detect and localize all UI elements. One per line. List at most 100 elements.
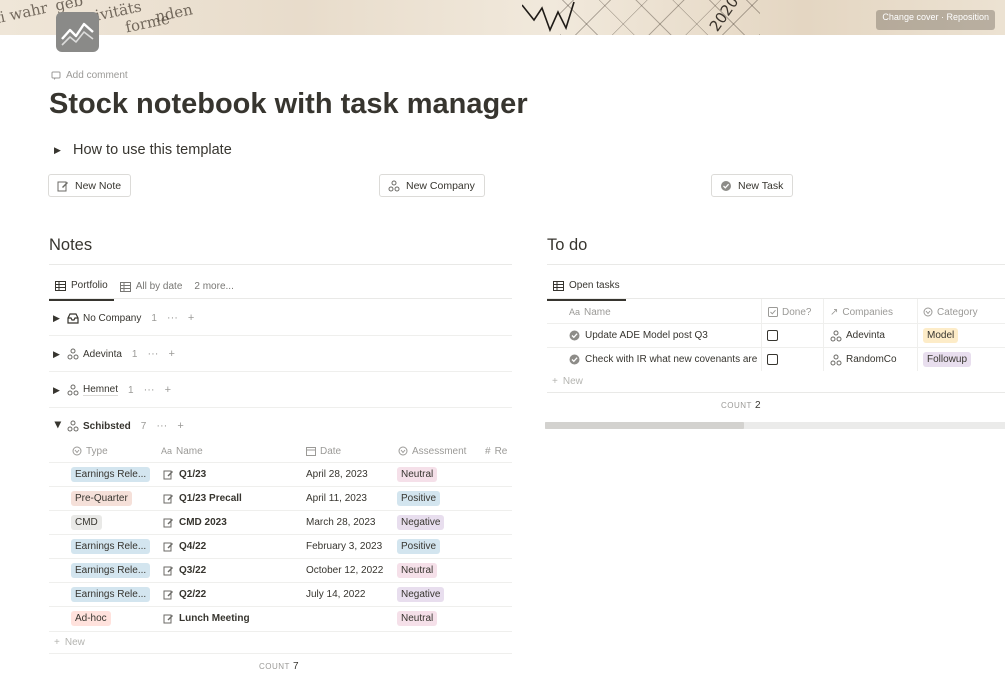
date-cell[interactable]: February 3, 2023 (306, 535, 394, 558)
note-date: July 14, 2022 (306, 589, 366, 600)
todo-column-header-companies[interactable]: ↗ Companies (830, 303, 893, 321)
change-cover-button[interactable]: Change cover · Reposition (876, 10, 995, 30)
type-cell[interactable]: CMD (71, 511, 153, 534)
notes-new-row-button[interactable]: + New (54, 637, 85, 648)
date-cell[interactable]: October 12, 2022 (306, 559, 394, 582)
group-hemnet[interactable]: ▶ Hemnet 1 ··· + (49, 377, 512, 403)
column-header-related[interactable]: # Re (485, 442, 512, 460)
new-company-button[interactable]: New Company (379, 174, 485, 197)
group-adevinta[interactable]: ▶ Adevinta 1 ··· + (49, 341, 512, 367)
toggle-triangle-right-icon[interactable]: ▶ (54, 145, 64, 156)
column-header-assessment[interactable]: Assessment (398, 442, 480, 460)
group-add-icon[interactable]: + (177, 420, 183, 432)
assessment-cell[interactable]: Neutral (397, 607, 482, 630)
new-task-button[interactable]: New Task (711, 174, 794, 197)
name-cell[interactable]: Q3/22 (163, 559, 303, 582)
type-cell[interactable]: Pre-Quarter (71, 487, 153, 510)
column-header-date[interactable]: Date (306, 442, 394, 460)
assessment-cell[interactable]: Negative (397, 511, 482, 534)
task-row[interactable]: Check with IR what new covenants are Rand… (547, 347, 1005, 371)
group-add-icon[interactable]: + (188, 312, 194, 324)
new-note-button[interactable]: New Note (48, 174, 132, 197)
todo-horizontal-scrollbar[interactable] (545, 422, 1005, 429)
toggle-triangle-right-icon[interactable]: ▶ (53, 349, 63, 360)
todo-column-header-name[interactable]: Aa Name (569, 303, 611, 321)
table-row[interactable]: Earnings Rele... Q2/22 July 14, 2022 Negati… (49, 582, 512, 606)
type-cell[interactable]: Ad-hoc (71, 607, 153, 630)
date-cell[interactable]: July 14, 2022 (306, 583, 394, 606)
table-row[interactable]: Pre-Quarter Q1/23 Precall April 11, 2023 Po… (49, 486, 512, 510)
type-cell[interactable]: Earnings Rele... (71, 463, 153, 486)
companies-cell[interactable]: Adevinta (830, 324, 915, 347)
table-row[interactable]: Earnings Rele... Q4/22 February 3, 2023 Pos… (49, 534, 512, 558)
text-property-icon: Aa (161, 446, 173, 456)
column-header-name[interactable]: Aa Name (161, 442, 301, 460)
note-date: April 28, 2023 (306, 469, 368, 480)
category-cell[interactable]: Model (923, 324, 1003, 347)
table-icon (553, 280, 564, 291)
page-icon[interactable] (56, 12, 99, 52)
select-icon (72, 446, 82, 456)
group-add-icon[interactable]: + (168, 348, 174, 360)
assessment-cell[interactable]: Positive (397, 535, 482, 558)
date-cell[interactable]: April 28, 2023 (306, 463, 394, 486)
type-cell[interactable]: Earnings Rele... (71, 559, 153, 582)
note-date: April 11, 2023 (306, 493, 367, 504)
todo-heading: To do (547, 236, 588, 254)
done-checkbox[interactable] (767, 330, 778, 341)
table-row[interactable]: Ad-hoc Lunch Meeting Neutral (49, 606, 512, 630)
assessment-cell[interactable]: Negative (397, 583, 482, 606)
type-cell[interactable]: Earnings Rele... (71, 535, 153, 558)
type-tag: Pre-Quarter (71, 491, 132, 506)
name-cell[interactable]: Q4/22 (163, 535, 303, 558)
how-to-toggle[interactable]: ▶ How to use this template (54, 142, 232, 158)
done-cell[interactable] (767, 348, 787, 371)
done-checkbox[interactable] (767, 354, 778, 365)
chart-icon (61, 22, 94, 46)
toggle-triangle-down-icon[interactable]: ▶ (53, 421, 64, 431)
name-cell[interactable]: Q2/22 (163, 583, 303, 606)
type-cell[interactable]: Earnings Rele... (71, 583, 153, 606)
table-row[interactable]: CMD CMD 2023 March 28, 2023 Negative (49, 510, 512, 534)
companies-cell[interactable]: RandomCo (830, 348, 915, 371)
group-more-icon[interactable]: ··· (156, 420, 167, 432)
column-header-type[interactable]: Type (72, 442, 157, 460)
assessment-cell[interactable]: Neutral (397, 559, 482, 582)
group-more-icon[interactable]: ··· (167, 312, 178, 324)
assessment-tag: Negative (397, 515, 445, 530)
type-tag: Earnings Rele... (71, 587, 151, 602)
done-cell[interactable] (767, 324, 787, 347)
group-more-icon[interactable]: ··· (144, 384, 155, 396)
name-cell[interactable]: Lunch Meeting (163, 607, 303, 630)
category-cell[interactable]: Followup (923, 348, 1003, 371)
text-property-icon: Aa (569, 307, 581, 317)
company-link[interactable]: Adevinta (846, 330, 885, 341)
name-cell[interactable]: Q1/23 (163, 463, 303, 486)
task-row[interactable]: Update ADE Model post Q3 Adevinta Model (547, 323, 1005, 347)
assessment-cell[interactable]: Positive (397, 487, 482, 510)
toggle-triangle-right-icon[interactable]: ▶ (53, 385, 63, 396)
task-name-cell[interactable]: Check with IR what new covenants are (569, 348, 759, 371)
company-link[interactable]: RandomCo (846, 354, 897, 365)
name-cell[interactable]: Q1/23 Precall (163, 487, 303, 510)
table-row[interactable]: Earnings Rele... Q3/22 October 12, 2022 Neu… (49, 558, 512, 582)
date-cell[interactable] (306, 607, 394, 630)
todo-column-header-done[interactable]: Done? (768, 303, 811, 321)
note-name: Q4/22 (179, 541, 207, 552)
date-cell[interactable]: March 28, 2023 (306, 511, 394, 534)
task-name-cell[interactable]: Update ADE Model post Q3 (569, 324, 759, 347)
add-comment-button[interactable]: Add comment (51, 70, 128, 81)
todo-new-row-button[interactable]: + New (552, 376, 583, 387)
scrollbar-thumb[interactable] (545, 422, 744, 429)
date-cell[interactable]: April 11, 2023 (306, 487, 394, 510)
group-more-icon[interactable]: ··· (147, 348, 158, 360)
type-tag: CMD (71, 515, 102, 530)
name-cell[interactable]: CMD 2023 (163, 511, 303, 534)
assessment-cell[interactable]: Neutral (397, 463, 482, 486)
toggle-triangle-right-icon[interactable]: ▶ (53, 313, 63, 324)
group-no-company[interactable]: ▶ No Company 1 ··· + (49, 305, 512, 331)
group-add-icon[interactable]: + (165, 384, 171, 396)
table-row[interactable]: Earnings Rele... Q1/23 April 28, 2023 Neutr… (49, 462, 512, 486)
group-schibsted[interactable]: ▶ Schibsted 7 ··· + (49, 413, 512, 439)
todo-column-header-category[interactable]: Category (923, 303, 978, 321)
